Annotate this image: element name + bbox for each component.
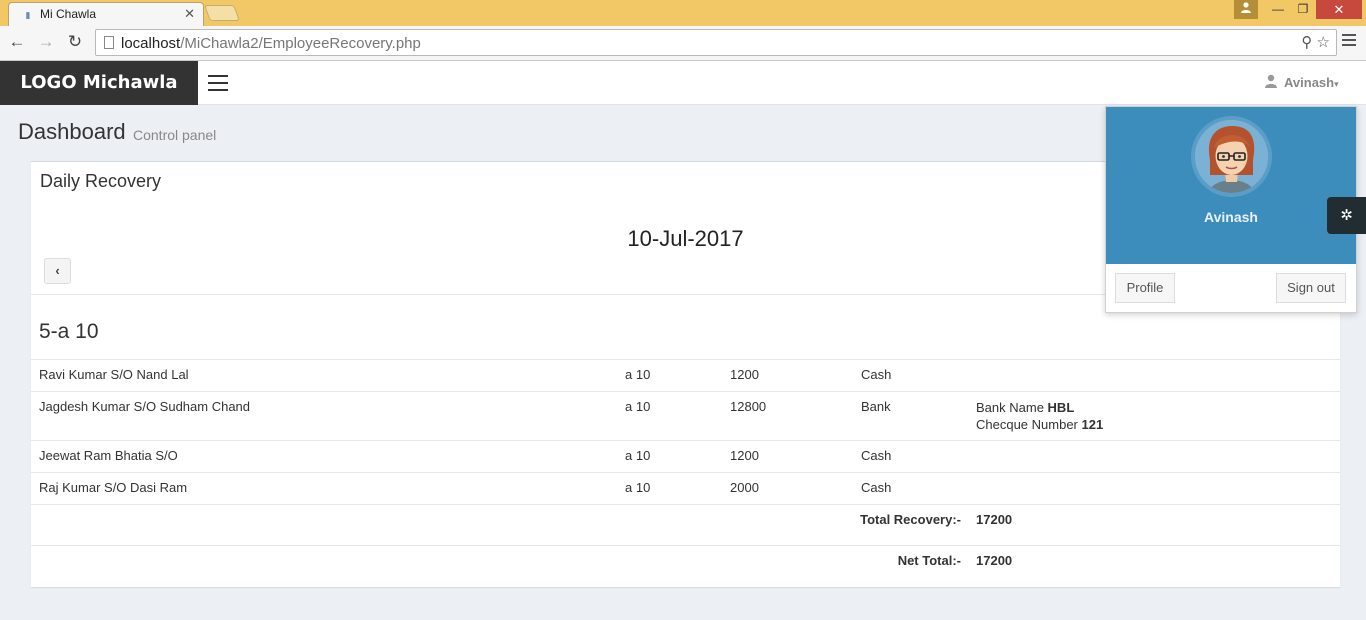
gear-icon[interactable]: ✲ [1327, 197, 1366, 234]
address-bar[interactable]: localhost/MiChawla2/EmployeeRecovery.php… [95, 29, 1337, 56]
student-name: Jeewat Ram Bhatia S/O [39, 448, 178, 463]
profile-button[interactable]: Profile [1115, 273, 1175, 303]
tab-close-icon[interactable]: ✕ [184, 6, 195, 22]
bank-name-value: HBL [1047, 400, 1075, 415]
net-total-label: Net Total:- [897, 553, 961, 568]
amount-cell: 1200 [730, 367, 759, 382]
class-cell: a 10 [625, 399, 651, 414]
table-row: Jeewat Ram Bhatia S/O a 10 1200 Cash [31, 440, 1340, 472]
mode-cell: Cash [861, 480, 892, 495]
caret-down-icon: ▾ [1334, 79, 1339, 89]
sidebar-toggle-icon[interactable] [208, 75, 228, 91]
favicon-icon: ▮ [25, 10, 31, 20]
amount-cell: 1200 [730, 448, 759, 463]
user-name: Avinash [1284, 75, 1335, 90]
url-host: localhost [121, 35, 181, 52]
box-title: Daily Recovery [40, 171, 162, 191]
class-cell: a 10 [625, 448, 651, 463]
table-row: Ravi Kumar S/O Nand Lal a 10 1200 Cash [31, 359, 1340, 391]
student-name: Jagdesh Kumar S/O Sudham Chand [39, 399, 251, 414]
total-recovery-value: 17200 [976, 512, 1013, 527]
class-cell: a 10 [625, 480, 651, 495]
student-name: Ravi Kumar S/O Nand Lal [39, 367, 189, 382]
page-icon [104, 36, 114, 49]
student-name: Raj Kumar S/O Dasi Ram [39, 480, 188, 495]
forward-button[interactable]: → [35, 31, 57, 53]
page-title: Dashboard [18, 119, 126, 144]
mode-cell: Cash [861, 448, 892, 463]
browser-menu-icon[interactable] [1342, 34, 1356, 48]
table-row: Raj Kumar S/O Dasi Ram a 10 2000 Cash [31, 472, 1340, 504]
net-total-row: Net Total:- 17200 [31, 545, 1340, 586]
back-button[interactable]: ← [6, 31, 28, 53]
total-recovery-label: Total Recovery:- [860, 512, 961, 527]
browser-toolbar: ← → ↻ localhost/MiChawla2/EmployeeRecove… [0, 26, 1366, 61]
amount-cell: 12800 [730, 399, 767, 414]
tab-title: Mi Chawla [40, 7, 97, 21]
user-menu-toggle[interactable]: Avinash▾ [1264, 74, 1339, 90]
user-dropdown-header: Avinash [1106, 107, 1356, 264]
table-row: Jagdesh Kumar S/O Sudham Chand a 10 1280… [31, 391, 1340, 440]
user-icon [1265, 74, 1277, 88]
amount-cell: 2000 [730, 480, 759, 495]
class-cell: a 10 [625, 367, 651, 382]
zoom-bookmark-icons[interactable]: ⚲ ☆ [1301, 33, 1330, 51]
window-user-icon[interactable] [1234, 0, 1258, 19]
logo[interactable]: LOGO Michawla [0, 61, 198, 105]
total-recovery-row: Total Recovery:- 17200 [31, 504, 1340, 545]
bank-name-label: Bank Name [976, 400, 1048, 415]
app-header: LOGO Michawla Avinash▾ [0, 61, 1366, 105]
class-group-title: 5-a 10 [39, 320, 99, 343]
url-text[interactable]: localhost/MiChawla2/EmployeeRecovery.php [121, 35, 421, 52]
page-subtitle: Control panel [133, 127, 217, 143]
bank-details: Bank Name HBL Checque Number 121 [976, 399, 1103, 433]
net-total-value: 17200 [976, 553, 1013, 568]
reload-button[interactable]: ↻ [64, 31, 86, 53]
avatar [1191, 116, 1272, 197]
dropdown-user-name: Avinash [1204, 209, 1258, 225]
cheque-number-value: 121 [1081, 417, 1104, 432]
cheque-number-label: Checque Number [976, 417, 1082, 432]
window-close-button[interactable]: ✕ [1316, 0, 1362, 19]
mode-cell: Bank [861, 399, 891, 414]
url-path: /MiChawla2/EmployeeRecovery.php [180, 35, 421, 52]
browser-titlebar: ▮ Mi Chawla ✕ — ❐ ✕ [0, 0, 1366, 26]
sign-out-button[interactable]: Sign out [1276, 273, 1346, 303]
mode-cell: Cash [861, 367, 892, 382]
new-tab-button[interactable] [204, 5, 240, 21]
previous-date-button[interactable]: ‹ [44, 258, 71, 284]
minimize-button[interactable]: — [1265, 0, 1291, 19]
restore-button[interactable]: ❐ [1290, 0, 1316, 19]
recovery-table: Ravi Kumar S/O Nand Lal a 10 1200 Cash J… [31, 359, 1340, 586]
browser-tab[interactable]: ▮ Mi Chawla ✕ [8, 2, 204, 26]
user-dropdown: Avinash Profile Sign out [1105, 106, 1357, 313]
